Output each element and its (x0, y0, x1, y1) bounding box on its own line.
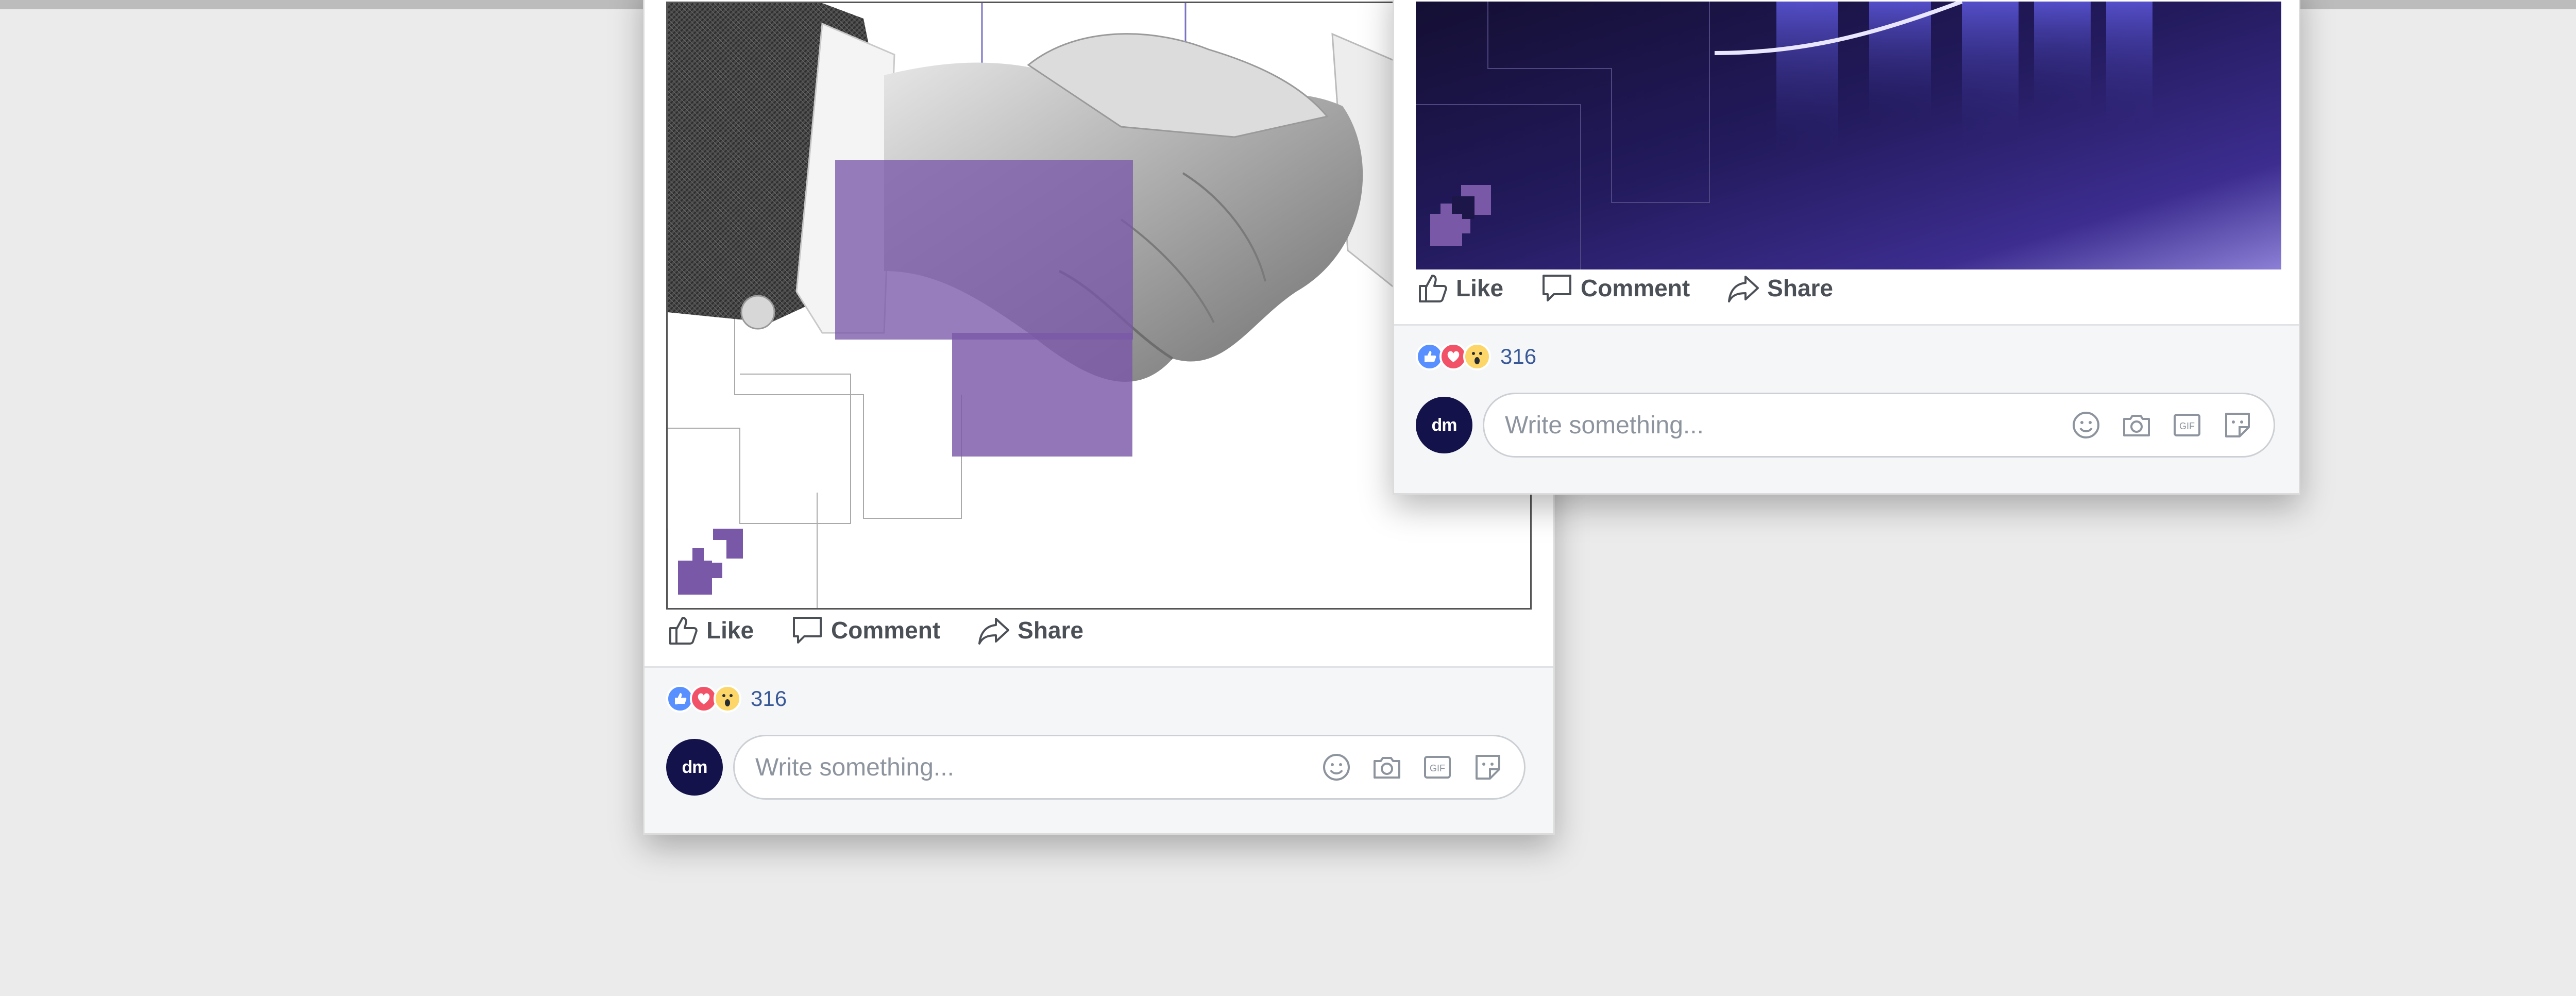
thumbs-up-icon (669, 617, 698, 645)
camera-icon[interactable] (2121, 410, 2152, 441)
reaction-count: 316 (1500, 344, 1537, 368)
sticker-icon[interactable] (1472, 752, 1503, 783)
thumbs-up-icon (1419, 275, 1447, 302)
comment-input[interactable]: Write something... GIF (733, 735, 1526, 800)
comment-label: Comment (831, 617, 941, 644)
share-label: Share (1767, 275, 1834, 301)
comment-input[interactable]: Write something... GIF (1483, 393, 2275, 458)
post-image-purple[interactable] (1416, 2, 2281, 269)
like-button[interactable]: Like (1416, 272, 1503, 305)
comment-label: Comment (1581, 275, 1690, 301)
comment-icon (793, 617, 822, 644)
share-icon (978, 618, 1010, 645)
comment-input-placeholder: Write something... (1505, 411, 1704, 439)
avatar[interactable]: dm (666, 739, 723, 796)
reaction-count: 316 (751, 686, 787, 711)
like-label: Like (706, 617, 754, 644)
post-actions: Like Comment Share (1416, 267, 1870, 309)
sticker-icon[interactable] (2222, 410, 2253, 441)
composer-icons: GIF (2051, 410, 2253, 441)
avatar[interactable]: dm (1416, 397, 1472, 453)
post-card-purple: Like Comment Share 316 dm Write somethin… (1393, 0, 2300, 495)
like-label: Like (1456, 275, 1504, 301)
emoji-icon[interactable] (1321, 752, 1352, 783)
share-label: Share (1018, 617, 1084, 644)
wow-reaction-icon (1463, 343, 1491, 370)
reactions-summary[interactable]: 316 (666, 683, 787, 714)
comment-input-placeholder: Write something... (755, 753, 954, 781)
gif-icon[interactable]: GIF (1422, 752, 1453, 783)
share-icon (1728, 276, 1759, 302)
svg-text:GIF: GIF (2179, 421, 2195, 431)
post-footer: 316 dm Write something... GIF (1394, 324, 2299, 493)
wow-reaction-icon (714, 685, 741, 713)
post-footer: 316 dm Write something... GIF (645, 666, 1553, 833)
gif-icon[interactable]: GIF (2172, 410, 2202, 441)
comment-icon (1543, 275, 1572, 301)
share-button[interactable]: Share (977, 614, 1083, 647)
composer-icons: GIF (1301, 752, 1503, 783)
emoji-icon[interactable] (2071, 410, 2102, 441)
comment-button[interactable]: Comment (791, 614, 940, 647)
post-actions: Like Comment Share (666, 610, 1121, 651)
camera-icon[interactable] (1371, 752, 1402, 783)
like-button[interactable]: Like (666, 614, 754, 647)
comment-button[interactable]: Comment (1540, 272, 1690, 305)
share-button[interactable]: Share (1727, 272, 1833, 305)
comment-composer: dm Write something... GIF (1416, 393, 2275, 458)
svg-text:GIF: GIF (1430, 763, 1445, 773)
comment-composer: dm Write something... GIF (666, 735, 1526, 800)
reactions-summary[interactable]: 316 (1416, 341, 1536, 372)
